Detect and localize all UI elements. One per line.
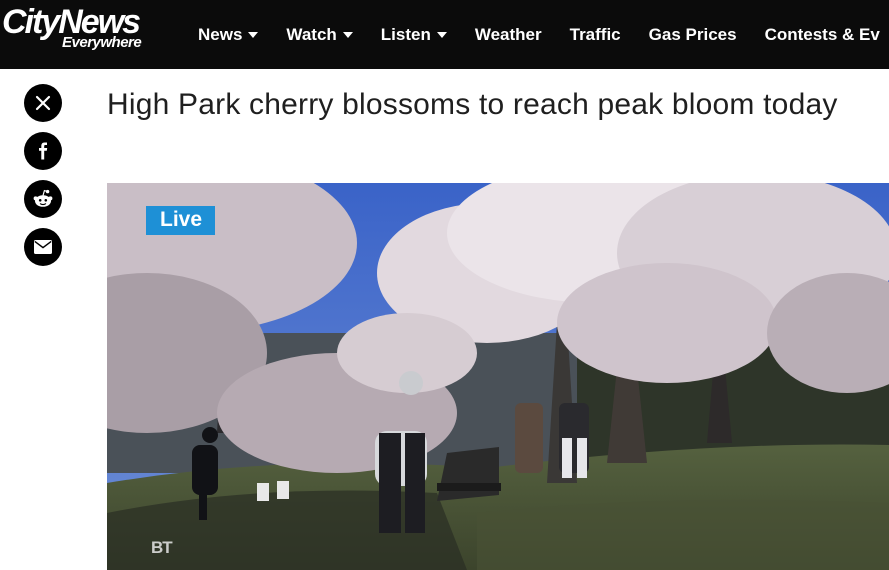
share-x-button[interactable] — [24, 84, 62, 122]
nav-item-label: Traffic — [569, 24, 621, 44]
citynews-logo[interactable]: CityNews Everywhere — [2, 4, 172, 56]
nav-item-label: Watch — [286, 24, 337, 44]
video-frame-cherry-blossoms — [107, 183, 889, 570]
email-icon — [34, 240, 52, 254]
nav-item-news[interactable]: News — [184, 15, 272, 55]
nav-item-weather[interactable]: Weather — [461, 15, 556, 55]
nav-item-label: Gas Prices — [648, 24, 737, 44]
share-buttons — [24, 84, 62, 276]
chevron-down-icon — [436, 31, 447, 38]
facebook-icon — [39, 142, 48, 160]
main-nav: News Watch Listen Weather Traffic Gas Pr… — [184, 0, 889, 69]
chevron-down-icon — [248, 31, 259, 38]
nav-item-watch[interactable]: Watch — [272, 15, 366, 55]
live-badge: Live — [146, 206, 216, 235]
nav-item-label: Contests & Ev — [764, 24, 880, 44]
nav-item-label: Listen — [380, 24, 431, 44]
nav-item-label: News — [198, 24, 243, 44]
article-headline: High Park cherry blossoms to reach peak … — [107, 88, 838, 121]
top-navigation-bar: CityNews Everywhere News Watch Listen We… — [0, 0, 889, 69]
video-player[interactable]: Live BT — [107, 183, 889, 570]
nav-item-label: Weather — [474, 24, 542, 44]
nav-item-contests[interactable]: Contests & Ev — [751, 15, 889, 55]
share-email-button[interactable] — [24, 228, 62, 266]
logo-tagline: Everywhere — [62, 34, 142, 51]
x-icon — [35, 95, 51, 111]
bt-watermark: BT — [151, 538, 173, 557]
nav-item-listen[interactable]: Listen — [367, 15, 461, 55]
nav-item-traffic[interactable]: Traffic — [556, 15, 635, 55]
share-facebook-button[interactable] — [24, 132, 62, 170]
share-reddit-button[interactable] — [24, 180, 62, 218]
chevron-down-icon — [342, 31, 353, 38]
reddit-icon — [33, 189, 53, 207]
nav-item-gas-prices[interactable]: Gas Prices — [635, 15, 751, 55]
